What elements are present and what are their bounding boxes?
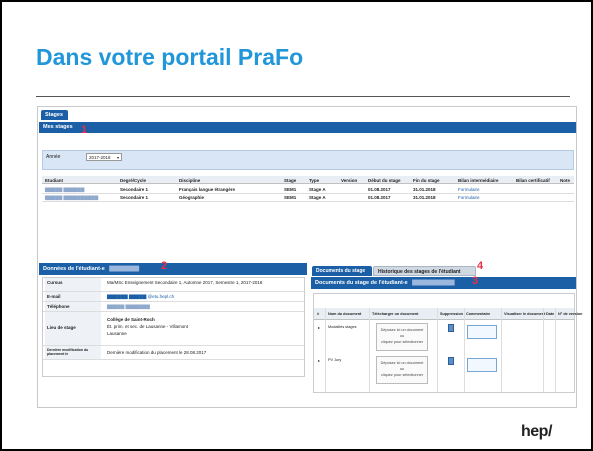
- section-title: Mes stages: [43, 124, 73, 130]
- student-name-redacted: ▇▇▇▇▇▇▇▇▇▇: [412, 280, 455, 286]
- info-label: Téléphone: [45, 302, 101, 311]
- annotation-marker-1: 1: [81, 124, 88, 136]
- section-mes-stages-header: Mes stages: [39, 122, 576, 133]
- row-divider: [42, 193, 574, 194]
- col-header: Type: [309, 178, 320, 183]
- column-divider: [369, 308, 370, 392]
- year-select[interactable]: 2017-2018 ▾: [86, 153, 122, 161]
- documents-table: # Nom du document Télécharger un documen…: [313, 293, 582, 393]
- expand-icon[interactable]: ▸: [318, 325, 320, 330]
- upload-text: cliquez pour sélectionner: [380, 340, 423, 344]
- col-header: Note: [560, 178, 570, 183]
- section-title: Documents du stage de l'étudiant-e: [315, 280, 408, 286]
- col-header: Etudiant: [45, 178, 63, 183]
- col-header: #: [317, 312, 320, 316]
- tab-historique-stages[interactable]: Historique des stages de l'étudiant: [373, 266, 476, 276]
- col-header: Suppression: [440, 312, 463, 316]
- annotation-marker-3: 3: [472, 275, 479, 287]
- bilan-link[interactable]: Formulaire: [458, 187, 480, 192]
- section-title: Données de l'étudiant-e: [43, 266, 105, 272]
- upload-dropzone[interactable]: Déposez ici un document ou cliquez pour …: [376, 323, 428, 351]
- bilan-link[interactable]: Formulaire: [458, 195, 480, 200]
- column-divider: [464, 308, 465, 392]
- upload-dropzone[interactable]: Déposez ici un document ou cliquez pour …: [376, 356, 428, 384]
- end-date-cell: 31.01.2018: [413, 187, 436, 192]
- email-link[interactable]: ▇▇▇▇▇▇ ▇▇▇▇▇ @etu.hepl.ch: [105, 292, 176, 302]
- info-label: E-mail: [45, 292, 101, 301]
- info-label: Cursus: [45, 278, 101, 291]
- info-value: Lausanne: [107, 331, 127, 336]
- student-info-table: Cursus Ma/MSc Enseignement Secondaire 1,…: [42, 277, 305, 377]
- degree-cell: Secondaire 1: [120, 195, 149, 200]
- expand-icon[interactable]: ▸: [318, 358, 320, 363]
- col-header: Commentaire: [466, 312, 491, 316]
- upload-icon[interactable]: [448, 357, 454, 365]
- end-date-cell: 31.01.2018: [413, 195, 436, 200]
- type-cell: Stage A: [309, 187, 326, 192]
- document-name: Modalités stages: [328, 325, 357, 329]
- tab-documents-du-stage[interactable]: Documents du stage: [312, 266, 372, 276]
- col-header: Bilan intermédiaire: [458, 178, 499, 183]
- comment-input[interactable]: [467, 325, 497, 339]
- year-label: Année: [46, 154, 61, 160]
- column-divider: [437, 308, 438, 392]
- col-header: Bilan certificatif: [516, 178, 550, 183]
- column-divider: [501, 308, 502, 392]
- stage-cell: SEM1: [284, 195, 297, 200]
- start-date-cell: 01.08.2017: [368, 187, 391, 192]
- info-row: E-mail ▇▇▇▇▇▇ ▇▇▇▇▇ @etu.hepl.ch: [43, 292, 304, 302]
- section-student-data-header: Données de l'étudiant-e ▇▇▇▇▇▇▇: [39, 263, 307, 275]
- chevron-down-icon: ▾: [116, 155, 119, 160]
- info-value: ▇▇▇▇▇ ▇▇▇▇▇▇▇: [107, 304, 150, 309]
- annotation-marker-2: 2: [161, 260, 168, 272]
- student-name-redacted: ▇▇▇▇▇▇▇: [109, 266, 139, 272]
- year-select-value: 2017-2018: [89, 155, 111, 160]
- info-row: Téléphone ▇▇▇▇▇ ▇▇▇▇▇▇▇: [43, 302, 304, 312]
- stage-cell: SEM1: [284, 187, 297, 192]
- annotation-marker-4: 4: [477, 260, 484, 272]
- col-header: Degré/Cycle: [120, 178, 147, 183]
- column-divider: [543, 308, 544, 392]
- info-row: Lieu de stage Collège de Saint-Roch Ét. …: [43, 312, 304, 346]
- col-header: Version: [341, 178, 358, 183]
- col-header: Stage: [284, 178, 297, 183]
- column-divider: [555, 308, 556, 392]
- tab-stages[interactable]: Stages: [41, 110, 68, 120]
- hep-logo: hep/: [521, 423, 552, 440]
- col-header: Fin du stage: [413, 178, 440, 183]
- document-name: PV Jury: [328, 358, 342, 362]
- discipline-cell: Géographie: [179, 195, 205, 200]
- info-label: Lieu de stage: [45, 312, 101, 345]
- info-value: Ma/MSc Enseignement Secondaire 1, Automn…: [107, 280, 263, 285]
- slide-title: Dans votre portail PraFo: [36, 44, 304, 70]
- info-label: Dernière modification du placement le: [45, 346, 101, 359]
- col-header: Date: [546, 312, 555, 316]
- degree-cell: Secondaire 1: [120, 187, 149, 192]
- section-documents-header: Documents du stage de l'étudiant-e ▇▇▇▇▇…: [311, 277, 576, 289]
- col-header: N° de version: [558, 312, 583, 316]
- row-divider: [42, 201, 574, 202]
- col-header: Discipline: [179, 178, 201, 183]
- col-header: Visualiser le document: [504, 312, 546, 316]
- info-row: Cursus Ma/MSc Enseignement Secondaire 1,…: [43, 278, 304, 292]
- column-divider: [325, 308, 326, 392]
- discipline-cell: Français langue étrangère: [179, 187, 236, 192]
- portal-screenshot: Stages Mes stages 1 Année 2017-2018 ▾ Et…: [37, 106, 582, 408]
- col-header: Nom du document: [328, 312, 362, 316]
- upload-text: cliquez pour sélectionner: [380, 373, 423, 377]
- info-row: Dernière modification du placement le De…: [43, 346, 304, 360]
- type-cell: Stage A: [309, 195, 326, 200]
- col-header: Télécharger un document: [372, 312, 419, 316]
- col-header: Début du stage: [368, 178, 401, 183]
- start-date-cell: 01.08.2017: [368, 195, 391, 200]
- upload-icon[interactable]: [448, 324, 454, 332]
- info-value: Dernière modification du placement le 28…: [107, 350, 207, 355]
- comment-input[interactable]: [467, 358, 497, 372]
- title-divider: [36, 96, 570, 97]
